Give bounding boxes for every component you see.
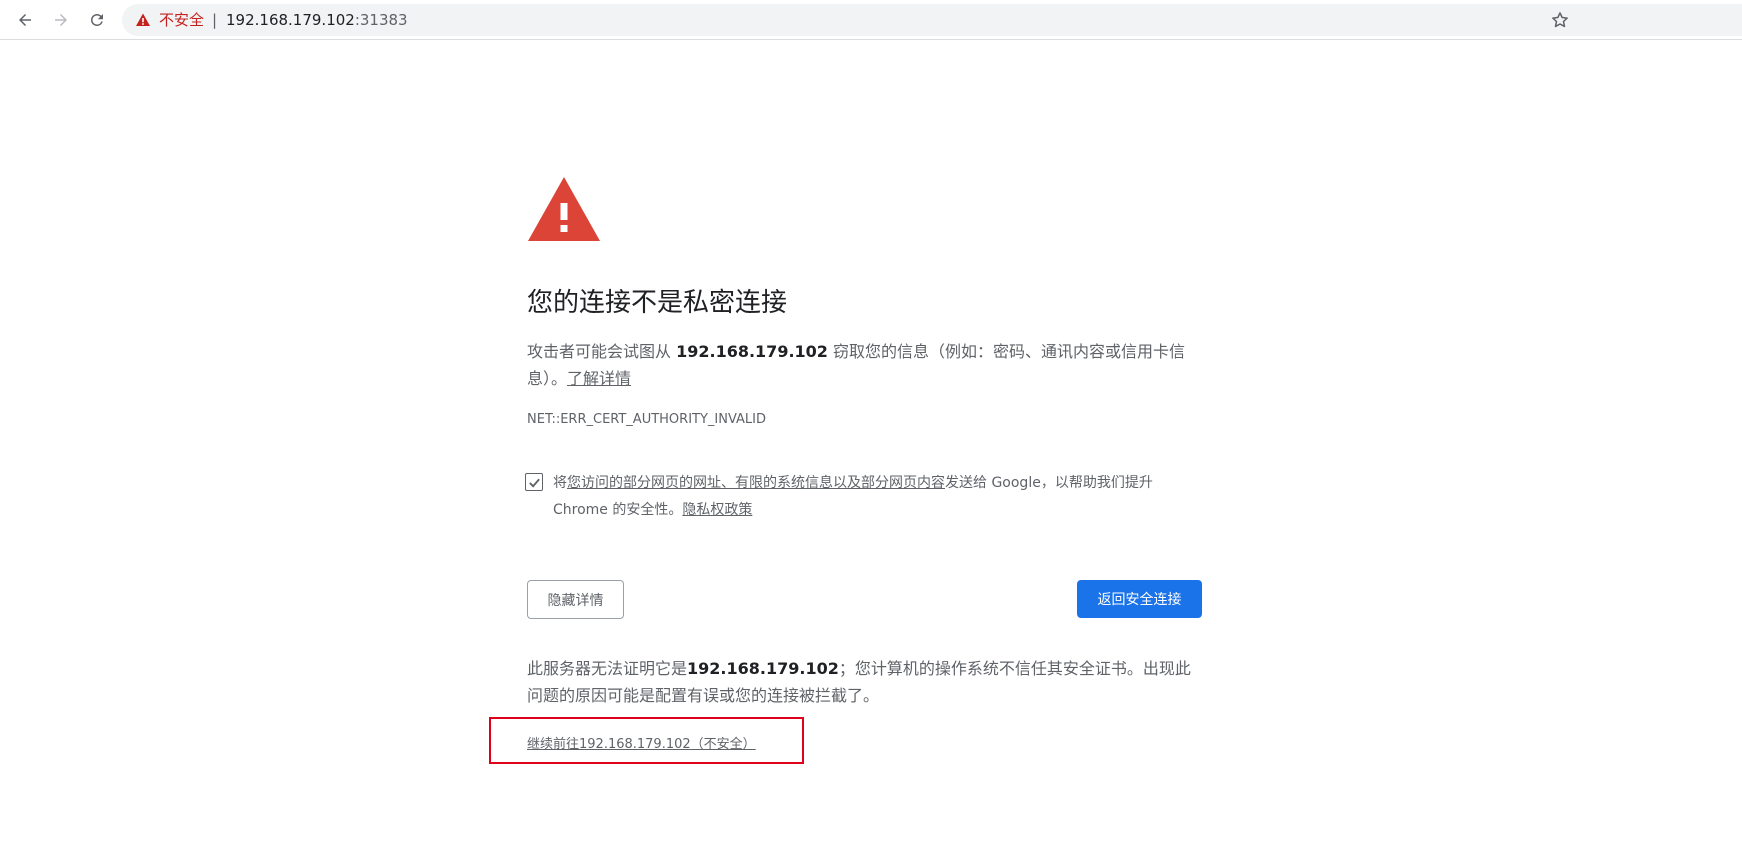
- optin-text: 将您访问的部分网页的网址、有限的系统信息以及部分网页内容发送给 Google，以…: [553, 470, 1203, 524]
- url-host: 192.168.179.102: [226, 11, 355, 29]
- optin-data-link[interactable]: 您访问的部分网页的网址、有限的系统信息以及部分网页内容: [567, 475, 945, 491]
- back-to-safety-button[interactable]: 返回安全连接: [1077, 580, 1202, 618]
- details-prefix: 此服务器无法证明它是: [527, 659, 688, 678]
- optin-prefix: 将: [553, 475, 567, 491]
- warning-icon: [136, 13, 150, 26]
- explanation-host: 192.168.179.102: [676, 342, 828, 361]
- forward-button[interactable]: [49, 8, 73, 32]
- arrow-right-icon: [55, 14, 67, 26]
- explanation-paragraph: 攻击者可能会试图从 192.168.179.102 窃取您的信息（例如：密码、通…: [527, 338, 1202, 392]
- privacy-policy-link[interactable]: 隐私权政策: [682, 502, 752, 518]
- learn-more-link[interactable]: 了解详情: [567, 369, 631, 388]
- not-secure-label[interactable]: 不安全: [159, 10, 204, 30]
- details-paragraph: 此服务器无法证明它是192.168.179.102；您计算机的操作系统不信任其安…: [527, 655, 1202, 709]
- browser-toolbar: 不安全 | 192.168.179.102:31383: [0, 0, 1742, 40]
- warning-triangle-icon: [528, 177, 600, 241]
- details-host: 192.168.179.102: [687, 659, 839, 678]
- address-separator: |: [212, 11, 218, 29]
- hide-details-button[interactable]: 隐藏详情: [527, 580, 624, 619]
- optin-checkbox[interactable]: [525, 473, 543, 491]
- arrow-left-icon: [19, 14, 31, 26]
- reload-icon: [91, 13, 103, 26]
- back-button[interactable]: [13, 8, 37, 32]
- page-title: 您的连接不是私密连接: [527, 288, 788, 318]
- reload-button[interactable]: [85, 8, 109, 32]
- explanation-prefix: 攻击者可能会试图从: [527, 342, 677, 361]
- url-port: :31383: [354, 11, 408, 29]
- checkmark-icon: [528, 478, 540, 488]
- error-code: NET::ERR_CERT_AUTHORITY_INVALID: [527, 412, 767, 427]
- url-text[interactable]: 192.168.179.102:31383: [226, 10, 408, 30]
- proceed-unsafe-link[interactable]: 继续前往192.168.179.102（不安全）: [527, 737, 756, 753]
- address-bar[interactable]: 不安全 | 192.168.179.102:31383: [122, 4, 1742, 36]
- star-icon[interactable]: [1550, 10, 1570, 30]
